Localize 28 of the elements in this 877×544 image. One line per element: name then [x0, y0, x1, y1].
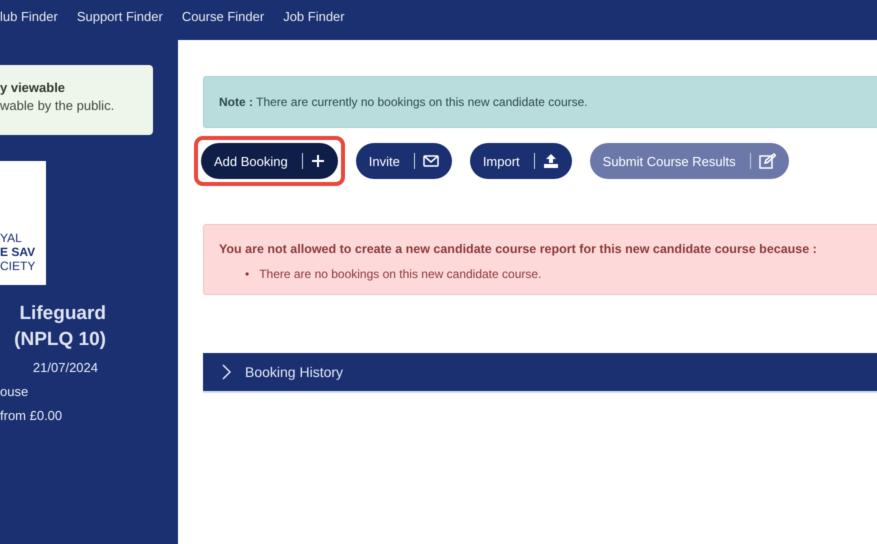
nav-link[interactable]: lub Finder — [0, 8, 58, 24]
logo-text: YAL — [0, 231, 23, 245]
chevron-icon — [221, 364, 231, 380]
action-button[interactable]: Add Booking — [201, 143, 338, 179]
course-date: 21/07/2024 — [32, 360, 98, 375]
plus-icon — [310, 154, 325, 168]
action-button[interactable]: Import — [470, 143, 572, 179]
notice-title: y viewable — [0, 80, 66, 95]
logo-text: E SAV — [0, 245, 36, 259]
error-title: You are not allowed to create a new candidate course report for this new candidate course because : — [219, 242, 818, 256]
accordion-title: Booking History — [245, 364, 344, 380]
notice-text: wable by the public. — [0, 98, 116, 113]
note-text: Note : There are currently no bookings on this new candidate course. — [219, 95, 588, 109]
nav-link[interactable]: Support Finder — [76, 8, 163, 24]
edit-icon — [758, 153, 776, 169]
nav-link[interactable]: Course Finder — [182, 8, 264, 24]
course-title: (NPLQ 10) — [14, 328, 106, 352]
course-title: Lifeguard — [19, 302, 106, 326]
bullet: • — [245, 266, 250, 282]
envelope-icon — [422, 155, 439, 167]
nav-link[interactable]: Job Finder — [283, 8, 345, 24]
course-detail: from £0.00 — [0, 408, 64, 423]
logo-text: CIETY — [0, 259, 36, 273]
error-item: There are no bookings on this new candidate course. — [259, 266, 542, 282]
action-button[interactable]: Invite — [356, 143, 452, 179]
accordion-header[interactable]: Booking History — [203, 353, 877, 393]
course-detail: ouse — [0, 384, 30, 399]
upload-icon — [542, 153, 559, 169]
